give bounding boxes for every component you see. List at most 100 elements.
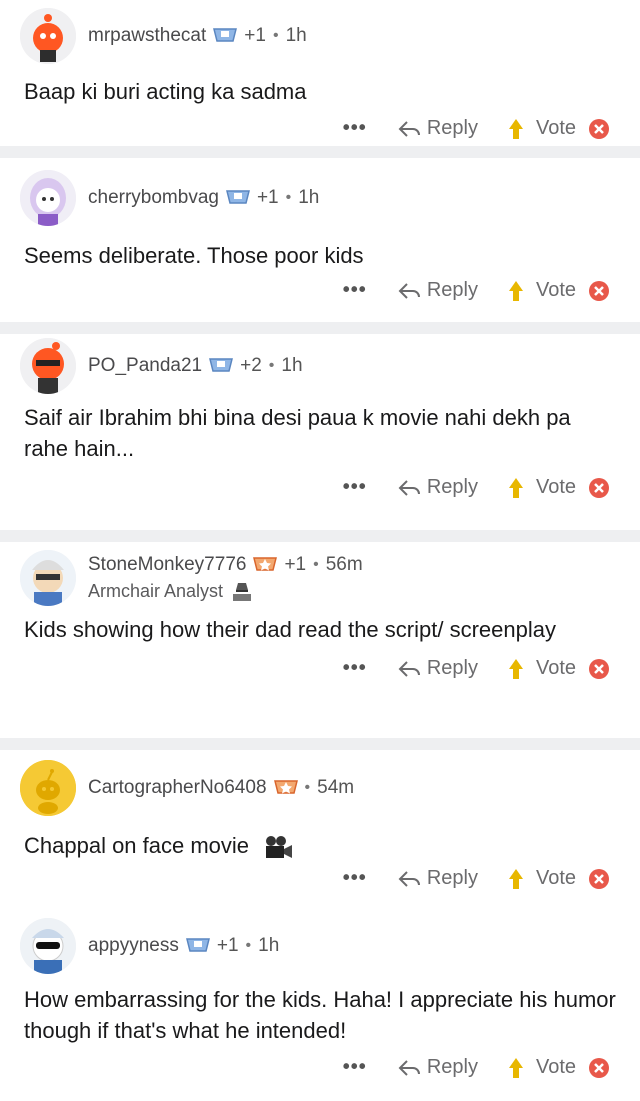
comment-text: Baap ki buri acting ka sadma <box>24 79 307 104</box>
comment-text: Seems deliberate. Those poor kids <box>24 243 364 268</box>
upvote-arrow-icon[interactable] <box>508 1057 524 1079</box>
more-options-button[interactable]: ••• <box>343 279 367 302</box>
reply-arrow-icon <box>398 870 420 887</box>
reply-arrow-icon <box>398 479 420 496</box>
vote-control: Vote <box>508 117 610 140</box>
vote-label: Vote <box>535 117 576 139</box>
trophy-badge-icon <box>213 28 238 42</box>
comment-text: Saif air Ibrahim bhi bina desi paua k mo… <box>24 405 571 461</box>
comment-5: CartographerNo6408 • 54m Chappal on face… <box>0 750 640 914</box>
vote-label: Vote <box>535 476 576 498</box>
timestamp: 1h <box>258 935 280 956</box>
reply-label: Reply <box>426 476 478 498</box>
separator <box>0 146 640 158</box>
timestamp: 1h <box>281 355 303 376</box>
downvote-icon[interactable] <box>588 1057 610 1079</box>
reply-arrow-icon <box>398 282 420 299</box>
avatar[interactable] <box>20 918 76 974</box>
avatar[interactable] <box>20 338 76 394</box>
trophy-badge-icon <box>209 358 234 372</box>
movie-camera-icon <box>266 836 293 859</box>
username[interactable]: PO_Panda21 <box>88 355 202 377</box>
timestamp: 54m <box>317 777 355 798</box>
separator-dot: • <box>245 937 252 954</box>
reply-button[interactable]: Reply <box>397 117 478 140</box>
timestamp: 56m <box>325 554 363 575</box>
vote-control: Vote <box>508 476 610 499</box>
username[interactable]: mrpawsthecat <box>88 25 206 47</box>
username[interactable]: cherrybombvag <box>88 187 219 209</box>
karma: +2 <box>240 355 262 376</box>
upvote-arrow-icon[interactable] <box>508 658 524 680</box>
separator-dot: • <box>272 27 279 44</box>
timestamp: 1h <box>298 187 320 208</box>
karma: +1 <box>244 25 266 46</box>
comment-text: Chappal on face movie <box>24 833 250 858</box>
vote-control: Vote <box>508 867 610 890</box>
vote-label: Vote <box>535 1056 576 1078</box>
avatar[interactable] <box>20 550 76 606</box>
separator <box>0 738 640 750</box>
user-flair: Armchair Analyst <box>88 580 224 601</box>
separator-dot: • <box>285 189 292 206</box>
reply-arrow-icon <box>398 120 420 137</box>
downvote-icon[interactable] <box>588 868 610 890</box>
downvote-icon[interactable] <box>588 658 610 680</box>
reply-button[interactable]: Reply <box>397 657 478 680</box>
separator-dot: • <box>268 357 275 374</box>
reply-label: Reply <box>426 279 478 301</box>
more-options-button[interactable]: ••• <box>343 657 367 680</box>
more-options-button[interactable]: ••• <box>343 1056 367 1079</box>
username[interactable]: appyyness <box>88 935 179 957</box>
trophy-badge-icon <box>225 190 250 204</box>
downvote-icon[interactable] <box>588 280 610 302</box>
comment-6: appyyness +1 • 1h How embarrassing for t… <box>0 914 640 1094</box>
avatar[interactable] <box>20 760 76 816</box>
incognito-icon <box>233 583 252 601</box>
reply-button[interactable]: Reply <box>397 1056 478 1079</box>
vote-label: Vote <box>535 657 576 679</box>
comment-text: Kids showing how their dad read the scri… <box>24 617 556 642</box>
reply-button[interactable]: Reply <box>397 867 478 890</box>
reply-label: Reply <box>426 117 478 139</box>
karma: +1 <box>216 935 239 956</box>
username[interactable]: CartographerNo6408 <box>88 777 267 799</box>
trophy-badge-icon <box>273 780 298 794</box>
comment-feed: mrpawsthecat +1 • 1h Baap ki buri acting… <box>0 0 640 1094</box>
reply-arrow-icon <box>398 1059 420 1076</box>
vote-label: Vote <box>535 279 576 301</box>
reply-label: Reply <box>426 1056 478 1078</box>
more-options-button[interactable]: ••• <box>343 117 367 140</box>
karma: +1 <box>256 187 279 208</box>
reply-label: Reply <box>426 867 478 889</box>
upvote-arrow-icon[interactable] <box>508 868 524 890</box>
downvote-icon[interactable] <box>588 477 610 499</box>
vote-control: Vote <box>508 657 610 680</box>
comment-1: mrpawsthecat +1 • 1h Baap ki buri acting… <box>0 0 640 146</box>
reply-arrow-icon <box>398 660 420 677</box>
vote-control: Vote <box>508 1056 610 1079</box>
downvote-icon[interactable] <box>588 118 610 140</box>
comment-text: How embarrassing for the kids. Haha! I a… <box>24 987 616 1043</box>
separator <box>0 322 640 334</box>
reply-button[interactable]: Reply <box>397 476 478 499</box>
separator <box>0 530 640 542</box>
upvote-arrow-icon[interactable] <box>508 477 524 499</box>
comment-2: cherrybombvag +1 • 1h Seems deliberate. … <box>0 158 640 322</box>
upvote-arrow-icon[interactable] <box>508 280 524 302</box>
reply-label: Reply <box>426 657 478 679</box>
more-options-button[interactable]: ••• <box>343 476 367 499</box>
vote-control: Vote <box>508 279 610 302</box>
trophy-badge-icon <box>253 557 278 571</box>
comment-3: PO_Panda21 +2 • 1h Saif air Ibrahim bhi … <box>0 334 640 530</box>
more-options-button[interactable]: ••• <box>343 867 367 890</box>
upvote-arrow-icon[interactable] <box>508 118 524 140</box>
vote-label: Vote <box>535 867 576 889</box>
reply-button[interactable]: Reply <box>397 279 478 302</box>
avatar[interactable] <box>20 170 76 226</box>
trophy-badge-icon <box>185 938 210 952</box>
comment-4: StoneMonkey7776 +1 • 56m Armchair Analys… <box>0 542 640 738</box>
username[interactable]: StoneMonkey7776 <box>88 554 246 576</box>
avatar[interactable] <box>20 8 76 64</box>
timestamp: 1h <box>285 25 307 46</box>
